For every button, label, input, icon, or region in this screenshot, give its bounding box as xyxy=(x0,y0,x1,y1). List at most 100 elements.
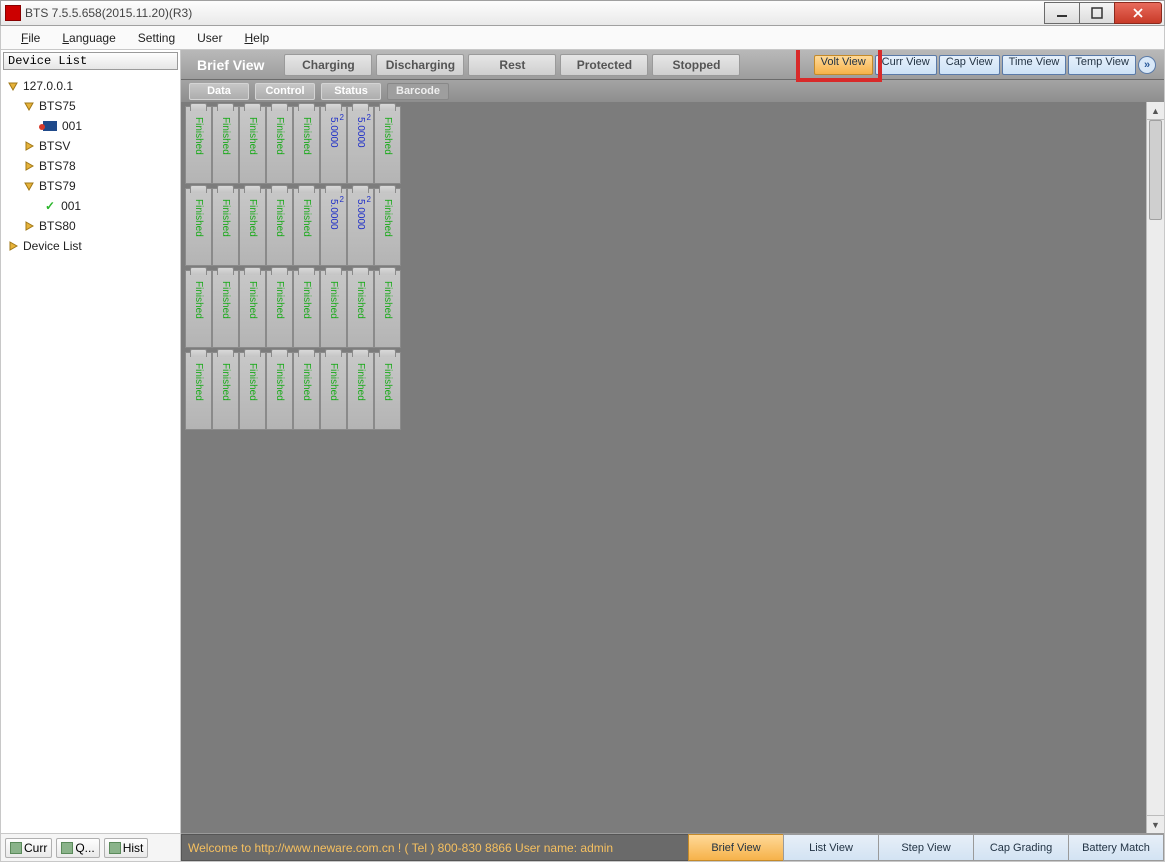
scroll-thumb[interactable] xyxy=(1149,120,1162,220)
device-tree[interactable]: 127.0.0.1 BTS75 001 BTSV BTS78 BTS79 xyxy=(1,72,180,833)
channel-cell[interactable]: Finished xyxy=(266,106,293,184)
expand-icon[interactable] xyxy=(23,220,35,232)
filter-rest[interactable]: Rest xyxy=(468,54,556,76)
subtab-status[interactable]: Status xyxy=(321,83,381,100)
left-btn-curr[interactable]: Curr xyxy=(5,838,52,858)
channel-cell[interactable]: Finished xyxy=(185,270,212,348)
view-time-button[interactable]: Time View xyxy=(1002,55,1067,75)
view-temp-button[interactable]: Temp View xyxy=(1068,55,1136,75)
expand-icon[interactable] xyxy=(23,160,35,172)
channel-cell[interactable]: Finished xyxy=(293,106,320,184)
cell-tab xyxy=(244,185,261,193)
vertical-scrollbar[interactable]: ▲ ▼ xyxy=(1146,102,1164,833)
menu-help[interactable]: Help xyxy=(234,29,279,47)
scroll-up-icon[interactable]: ▲ xyxy=(1147,102,1164,120)
cell-tab xyxy=(217,349,234,357)
tree-node-bts78[interactable]: BTS78 xyxy=(3,156,178,176)
tree-node-bts75[interactable]: BTS75 xyxy=(3,96,178,116)
channel-cell[interactable]: Finished xyxy=(320,352,347,430)
channel-cell[interactable]: 5.00002 xyxy=(347,106,374,184)
left-btn-q[interactable]: Q... xyxy=(56,838,99,858)
view-volt-button[interactable]: Volt View xyxy=(814,55,873,75)
channel-cell[interactable]: Finished xyxy=(239,188,266,266)
channel-cell[interactable]: Finished xyxy=(374,188,401,266)
channel-cell[interactable]: Finished xyxy=(212,270,239,348)
tree-node-bts79-001[interactable]: ✓ 001 xyxy=(3,196,178,216)
tree-node-bts80[interactable]: BTS80 xyxy=(3,216,178,236)
status-list-view[interactable]: List View xyxy=(783,834,879,861)
cell-tab xyxy=(217,103,234,111)
cell-tab xyxy=(271,185,288,193)
channel-cell[interactable]: Finished xyxy=(212,352,239,430)
subtab-barcode[interactable]: Barcode xyxy=(387,83,449,100)
view-curr-button[interactable]: Curr View xyxy=(875,55,937,75)
check-icon: ✓ xyxy=(45,199,55,213)
filter-protected[interactable]: Protected xyxy=(560,54,648,76)
tree-node-bts79[interactable]: BTS79 xyxy=(3,176,178,196)
scroll-down-icon[interactable]: ▼ xyxy=(1147,815,1164,833)
more-views-button[interactable]: » xyxy=(1138,56,1156,74)
status-battery-match[interactable]: Battery Match xyxy=(1068,834,1164,861)
menu-setting[interactable]: Setting xyxy=(128,29,185,47)
channel-cell[interactable]: Finished xyxy=(293,352,320,430)
channel-cell[interactable]: Finished xyxy=(374,270,401,348)
channel-cell[interactable]: Finished xyxy=(266,188,293,266)
cell-status: Finished xyxy=(301,117,312,183)
channel-cell[interactable]: Finished xyxy=(185,352,212,430)
channel-cell[interactable]: Finished xyxy=(347,270,374,348)
tree-node-root[interactable]: 127.0.0.1 xyxy=(3,76,178,96)
cell-tab xyxy=(298,185,315,193)
expand-icon[interactable] xyxy=(23,100,35,112)
expand-icon[interactable] xyxy=(7,80,19,92)
channel-cell[interactable]: Finished xyxy=(212,188,239,266)
cell-index: 2 xyxy=(340,113,344,122)
status-cap-grading[interactable]: Cap Grading xyxy=(973,834,1069,861)
minimize-button[interactable] xyxy=(1044,2,1080,24)
channel-cell[interactable]: Finished xyxy=(266,270,293,348)
status-step-view[interactable]: Step View xyxy=(878,834,974,861)
subtab-data[interactable]: Data xyxy=(189,83,249,100)
menu-file[interactable]: File xyxy=(11,29,50,47)
filter-stopped[interactable]: Stopped xyxy=(652,54,740,76)
tree-node-bts75-001[interactable]: 001 xyxy=(3,116,178,136)
channel-cell[interactable]: Finished xyxy=(266,352,293,430)
cell-status: Finished xyxy=(301,363,312,429)
tree-node-device-list[interactable]: Device List xyxy=(3,236,178,256)
channel-cell[interactable]: Finished xyxy=(239,106,266,184)
channel-cell[interactable]: Finished xyxy=(239,352,266,430)
status-brief-view[interactable]: Brief View xyxy=(688,834,784,861)
subtab-control[interactable]: Control xyxy=(255,83,315,100)
channel-cell[interactable]: Finished xyxy=(185,106,212,184)
channel-row: FinishedFinishedFinishedFinishedFinished… xyxy=(185,270,1160,348)
cell-tab xyxy=(190,349,207,357)
channel-cell[interactable]: Finished xyxy=(293,188,320,266)
channel-cell[interactable]: Finished xyxy=(185,188,212,266)
channel-cell[interactable]: Finished xyxy=(320,270,347,348)
expand-icon[interactable] xyxy=(23,140,35,152)
maximize-button[interactable] xyxy=(1079,2,1115,24)
tree-node-btsv[interactable]: BTSV xyxy=(3,136,178,156)
view-cap-button[interactable]: Cap View xyxy=(939,55,1000,75)
expand-icon[interactable] xyxy=(7,240,19,252)
channel-cell[interactable]: 5.00002 xyxy=(320,188,347,266)
expand-icon[interactable] xyxy=(23,180,35,192)
menu-language[interactable]: Language xyxy=(52,29,125,47)
cell-status: Finished xyxy=(274,117,285,183)
close-button[interactable] xyxy=(1114,2,1162,24)
device-icon xyxy=(43,121,57,131)
cell-tab xyxy=(190,103,207,111)
channel-cell[interactable]: Finished xyxy=(347,352,374,430)
channel-cell[interactable]: Finished xyxy=(293,270,320,348)
menu-user[interactable]: User xyxy=(187,29,232,47)
filter-charging[interactable]: Charging xyxy=(284,54,372,76)
channel-cell[interactable]: 5.00002 xyxy=(347,188,374,266)
channel-cell[interactable]: 5.00002 xyxy=(320,106,347,184)
channel-cell[interactable]: Finished xyxy=(212,106,239,184)
channel-cell[interactable]: Finished xyxy=(239,270,266,348)
cell-tab xyxy=(325,267,342,275)
channel-cell[interactable]: Finished xyxy=(374,106,401,184)
filter-discharging[interactable]: Discharging xyxy=(376,54,464,76)
channel-cell[interactable]: Finished xyxy=(374,352,401,430)
chart-icon xyxy=(61,842,73,854)
left-btn-hist[interactable]: Hist xyxy=(104,838,149,858)
